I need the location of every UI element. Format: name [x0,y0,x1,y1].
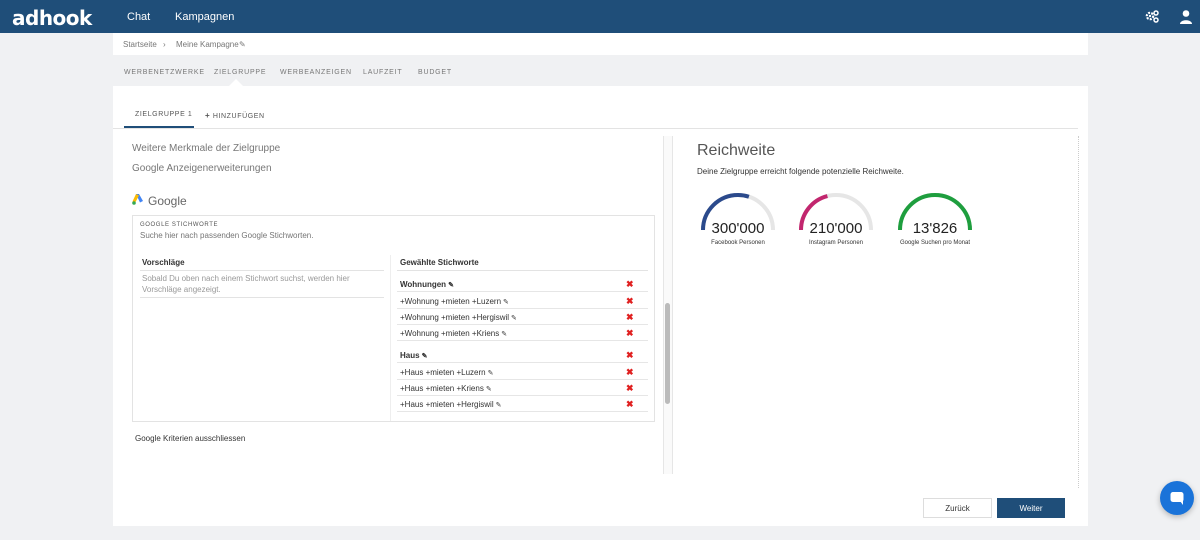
keyword-text: +Wohnung +mieten +Kriens [400,329,500,338]
keyword-row: +Wohnung +mieten +Hergiswil ✎ ✖ [397,309,648,325]
column-separator [390,255,391,421]
edit-pencil-icon[interactable]: ✎ [486,385,492,393]
tab-laufzeit[interactable]: LAUFZEIT [363,69,402,76]
delete-icon[interactable]: ✖ [626,296,634,307]
subtab-add-label: HINZUFÜGEN [212,113,265,120]
gauge-label: Facebook Personen [711,240,765,246]
scrollbar-thumb[interactable] [665,303,670,404]
plus-icon: + [205,111,211,120]
nav-kampagnen[interactable]: Kampagnen [175,11,234,23]
tab-werbeanzeigen[interactable]: WERBEANZEIGEN [280,69,352,76]
back-button[interactable]: Zurück [923,498,992,518]
google-section-title: Google [132,194,187,208]
gauge-label: Instagram Personen [808,240,864,246]
keyword-text: +Haus +mieten +Luzern [400,368,486,377]
edit-pencil-icon[interactable]: ✎ [239,40,246,49]
keyword-group-row: Wohnungen ✎ ✖ [397,276,648,292]
gauge-instagram: 210'000 Instagram Personen [797,190,875,250]
suggestions-hint: Sobald Du oben nach einem Stichwort such… [142,274,350,294]
breadcrumb-home[interactable]: Startseite [123,40,157,49]
keyword-row: +Haus +mieten +Hergiswil ✎ ✖ [397,396,648,412]
breadcrumb-separator: › [163,40,166,49]
subtab-zielgruppe-1[interactable]: ZIELGRUPPE 1 [135,111,192,118]
reach-subtitle: Deine Zielgruppe erreicht folgende poten… [697,167,904,176]
gauge-value: 300'000 [711,220,765,237]
tab-budget[interactable]: BUDGET [418,69,452,76]
gauge-value: 210'000 [809,220,863,237]
nav-chat[interactable]: Chat [127,11,150,23]
reach-title: Reichweite [697,142,776,159]
keyword-row: +Wohnung +mieten +Luzern ✎ ✖ [397,293,648,309]
keyword-text: +Haus +mieten +Kriens [400,384,484,393]
top-navigation-bar: adhook Chat Kampagnen [0,0,1200,33]
delete-icon[interactable]: ✖ [626,328,634,339]
gears-icon[interactable] [1144,9,1160,25]
tab-werbenetzwerke[interactable]: WERBENETZWERKE [124,69,205,76]
keyword-row: +Wohnung +mieten +Kriens ✎ ✖ [397,325,648,341]
edit-pencil-icon[interactable]: ✎ [448,281,454,289]
user-icon[interactable] [1179,9,1195,25]
edit-pencil-icon[interactable]: ✎ [503,298,509,306]
delete-icon[interactable]: ✖ [626,312,634,323]
subtab-divider [113,128,1078,129]
app-logo[interactable]: adhook [12,6,92,30]
suggestions-header: Vorschläge [142,258,185,267]
edit-pencil-icon[interactable]: ✎ [488,369,494,377]
keyword-text: +Haus +mieten +Hergiswil [400,400,494,409]
gauge-label: Google Suchen pro Monat [899,240,971,246]
delete-icon[interactable]: ✖ [626,279,634,290]
chat-icon [1170,492,1184,505]
keyword-search-input[interactable] [140,231,640,240]
breadcrumb: Startseite › Meine Kampagne ✎ [113,33,1088,55]
edit-pencil-icon[interactable]: ✎ [422,352,428,360]
next-button[interactable]: Weiter [997,498,1065,518]
selected-header-line [397,270,648,271]
link-extensions[interactable]: Google Anzeigenerweiterungen [132,163,272,174]
delete-icon[interactable]: ✖ [626,350,634,361]
keyword-row: +Haus +mieten +Kriens ✎ ✖ [397,380,648,396]
suggestions-header-line [140,270,384,271]
tab-zielgruppe[interactable]: ZIELGRUPPE [214,69,266,76]
keyword-row: +Haus +mieten +Luzern ✎ ✖ [397,364,648,380]
breadcrumb-current[interactable]: Meine Kampagne [176,40,239,49]
gauge-value: 13'826 [912,220,958,237]
subtab-add[interactable]: + HINZUFÜGEN [205,111,265,120]
panel-border [1078,136,1079,488]
keywords-label: GOOGLE STICHWORTE [140,222,219,228]
link-more-features[interactable]: Weitere Merkmale der Zielgruppe [132,143,280,154]
keyword-text: +Wohnung +mieten +Luzern [400,297,502,306]
delete-icon[interactable]: ✖ [626,399,634,410]
selected-keywords-header: Gewählte Stichworte [400,258,479,267]
edit-pencil-icon[interactable]: ✎ [501,330,507,338]
delete-icon[interactable]: ✖ [626,367,634,378]
gauge-facebook: 300'000 Facebook Personen [699,190,777,250]
keyword-group-row: Haus ✎ ✖ [397,347,648,363]
keyword-group-name: Haus [400,351,420,360]
edit-pencil-icon[interactable]: ✎ [511,314,517,322]
google-ads-icon [132,194,144,208]
keyword-group-name: Wohnungen [400,280,447,289]
gauge-google: 13'826 Google Suchen pro Monat [896,190,974,250]
delete-icon[interactable]: ✖ [626,383,634,394]
suggestions-hint-line [140,297,384,298]
edit-pencil-icon[interactable]: ✎ [496,401,502,409]
chat-support-button[interactable] [1160,481,1194,515]
google-title-text: Google [148,194,187,208]
main-tabs: WERBENETZWERKE ZIELGRUPPE WERBEANZEIGEN … [113,55,1088,87]
link-exclude-criteria[interactable]: Google Kriterien ausschliessen [135,434,245,443]
keyword-text: +Wohnung +mieten +Hergiswil [400,313,510,322]
active-tab-indicator [229,79,243,86]
